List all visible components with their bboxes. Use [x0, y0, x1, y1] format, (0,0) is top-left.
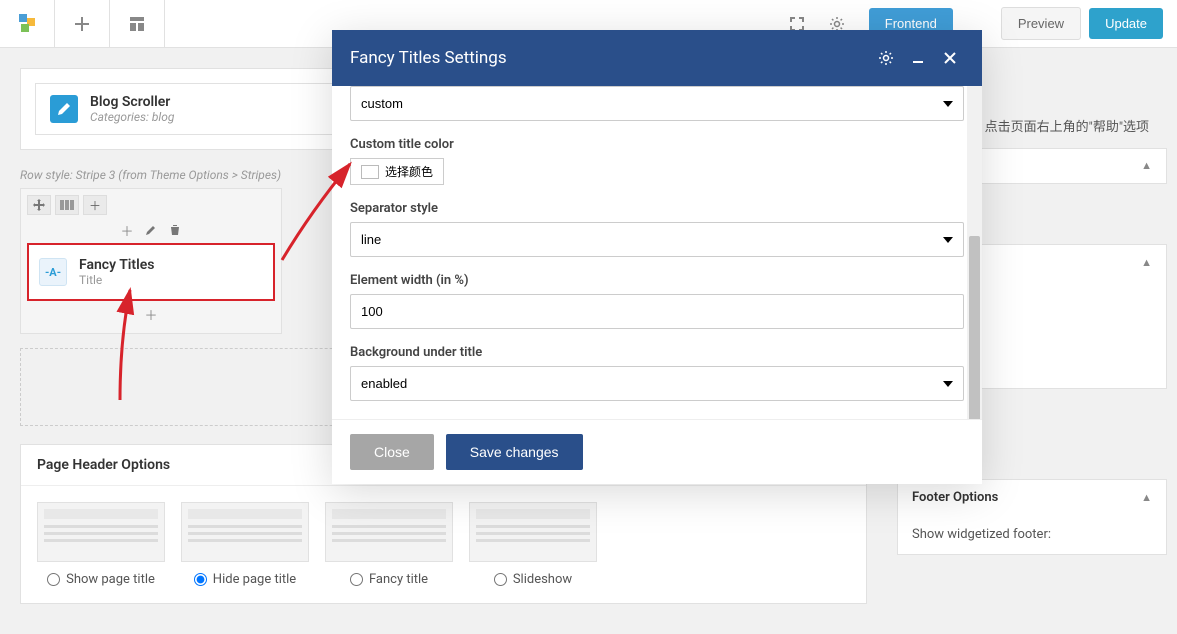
modal-close-button[interactable]	[936, 44, 964, 72]
page-header-thumb	[469, 502, 597, 562]
vc-logo-button[interactable]	[0, 0, 55, 48]
element-width-input[interactable]	[350, 294, 964, 329]
page-header-thumb	[37, 502, 165, 562]
trash-icon	[169, 224, 181, 236]
page-header-label: Fancy title	[369, 572, 428, 587]
help-hint-text: 点击页面右上角的"帮助"选项	[985, 116, 1149, 135]
page-header-label: Hide page title	[213, 572, 296, 587]
page-header-option[interactable]: Fancy title	[325, 502, 453, 587]
template-button[interactable]	[110, 0, 165, 48]
page-header-thumb	[181, 502, 309, 562]
modal-settings-button[interactable]	[872, 44, 900, 72]
choose-color-label: 选择颜色	[385, 163, 433, 180]
element-title: Blog Scroller	[90, 94, 174, 110]
modal-scrollbar-thumb[interactable]	[969, 236, 980, 419]
panel-title: Footer Options	[912, 490, 998, 505]
title-icon: -A-	[39, 258, 67, 286]
preview-button[interactable]: Preview	[1001, 7, 1081, 40]
layout-icon	[128, 15, 146, 33]
caret-up-icon[interactable]: ▲	[1141, 256, 1152, 269]
fancy-titles-settings-modal: Fancy Titles Settings custom Custom titl…	[332, 30, 982, 484]
save-changes-button[interactable]: Save changes	[446, 434, 583, 470]
col-add-button[interactable]: ＋	[118, 221, 136, 239]
vc-row-fancy: ＋ ＋ -A- Fancy Titles Title ＋	[20, 188, 282, 334]
element-width-label: Element width (in %)	[350, 273, 964, 288]
footer-options-panel: Footer Options ▲ Show widgetized footer:	[897, 479, 1167, 555]
update-button[interactable]: Update	[1089, 8, 1163, 39]
modal-title: Fancy Titles Settings	[350, 48, 868, 68]
vc-element-fancy-titles[interactable]: -A- Fancy Titles Title	[37, 253, 265, 291]
color-swatch	[361, 165, 379, 179]
page-header-option[interactable]: Show page title	[37, 502, 165, 587]
page-header-option[interactable]: Slideshow	[469, 502, 597, 587]
row-move-handle[interactable]	[27, 195, 51, 215]
columns-icon	[60, 200, 74, 210]
separator-style-select[interactable]: line	[350, 222, 964, 257]
page-header-radio[interactable]	[350, 573, 363, 586]
page-header-radio[interactable]	[194, 573, 207, 586]
gear-icon	[878, 50, 894, 66]
element-meta: Title	[79, 273, 155, 287]
add-element-button[interactable]	[55, 0, 110, 48]
title-style-select[interactable]: custom	[350, 86, 964, 121]
pencil-icon	[145, 224, 157, 236]
background-under-title-label: Background under title	[350, 345, 964, 360]
page-header-radio[interactable]	[47, 573, 60, 586]
modal-scrollbar[interactable]	[967, 86, 982, 419]
plus-icon: ＋	[144, 305, 157, 324]
row-columns-button[interactable]	[55, 195, 79, 215]
element-title: Fancy Titles	[79, 257, 155, 273]
caret-up-icon[interactable]: ▲	[1141, 491, 1152, 504]
separator-style-label: Separator style	[350, 201, 964, 216]
col-delete-button[interactable]	[166, 221, 184, 239]
col-edit-button[interactable]	[142, 221, 160, 239]
modal-minimize-button[interactable]	[904, 44, 932, 72]
caret-up-icon[interactable]: ▲	[1141, 159, 1152, 172]
page-header-label: Show page title	[66, 572, 155, 587]
close-button[interactable]: Close	[350, 434, 434, 470]
move-icon	[33, 199, 45, 211]
page-header-radio[interactable]	[494, 573, 507, 586]
background-under-title-select[interactable]: enabled	[350, 366, 964, 401]
element-meta: Categories: blog	[90, 110, 174, 124]
plus-icon	[73, 15, 91, 33]
minimize-icon	[911, 51, 925, 65]
close-icon	[943, 51, 957, 65]
choose-color-button[interactable]: 选择颜色	[350, 158, 444, 185]
page-header-option[interactable]: Hide page title	[181, 502, 309, 587]
vc-logo-icon	[15, 12, 39, 36]
row-add-button[interactable]: ＋	[83, 195, 107, 215]
custom-color-label: Custom title color	[350, 137, 964, 152]
page-header-thumb	[325, 502, 453, 562]
plus-icon: ＋	[89, 197, 101, 214]
col-add-bottom-button[interactable]: ＋	[142, 305, 160, 323]
page-header-label: Slideshow	[513, 572, 572, 587]
footer-label: Show widgetized footer:	[912, 527, 1152, 542]
plus-icon: ＋	[120, 221, 133, 240]
pencil-icon	[50, 95, 78, 123]
